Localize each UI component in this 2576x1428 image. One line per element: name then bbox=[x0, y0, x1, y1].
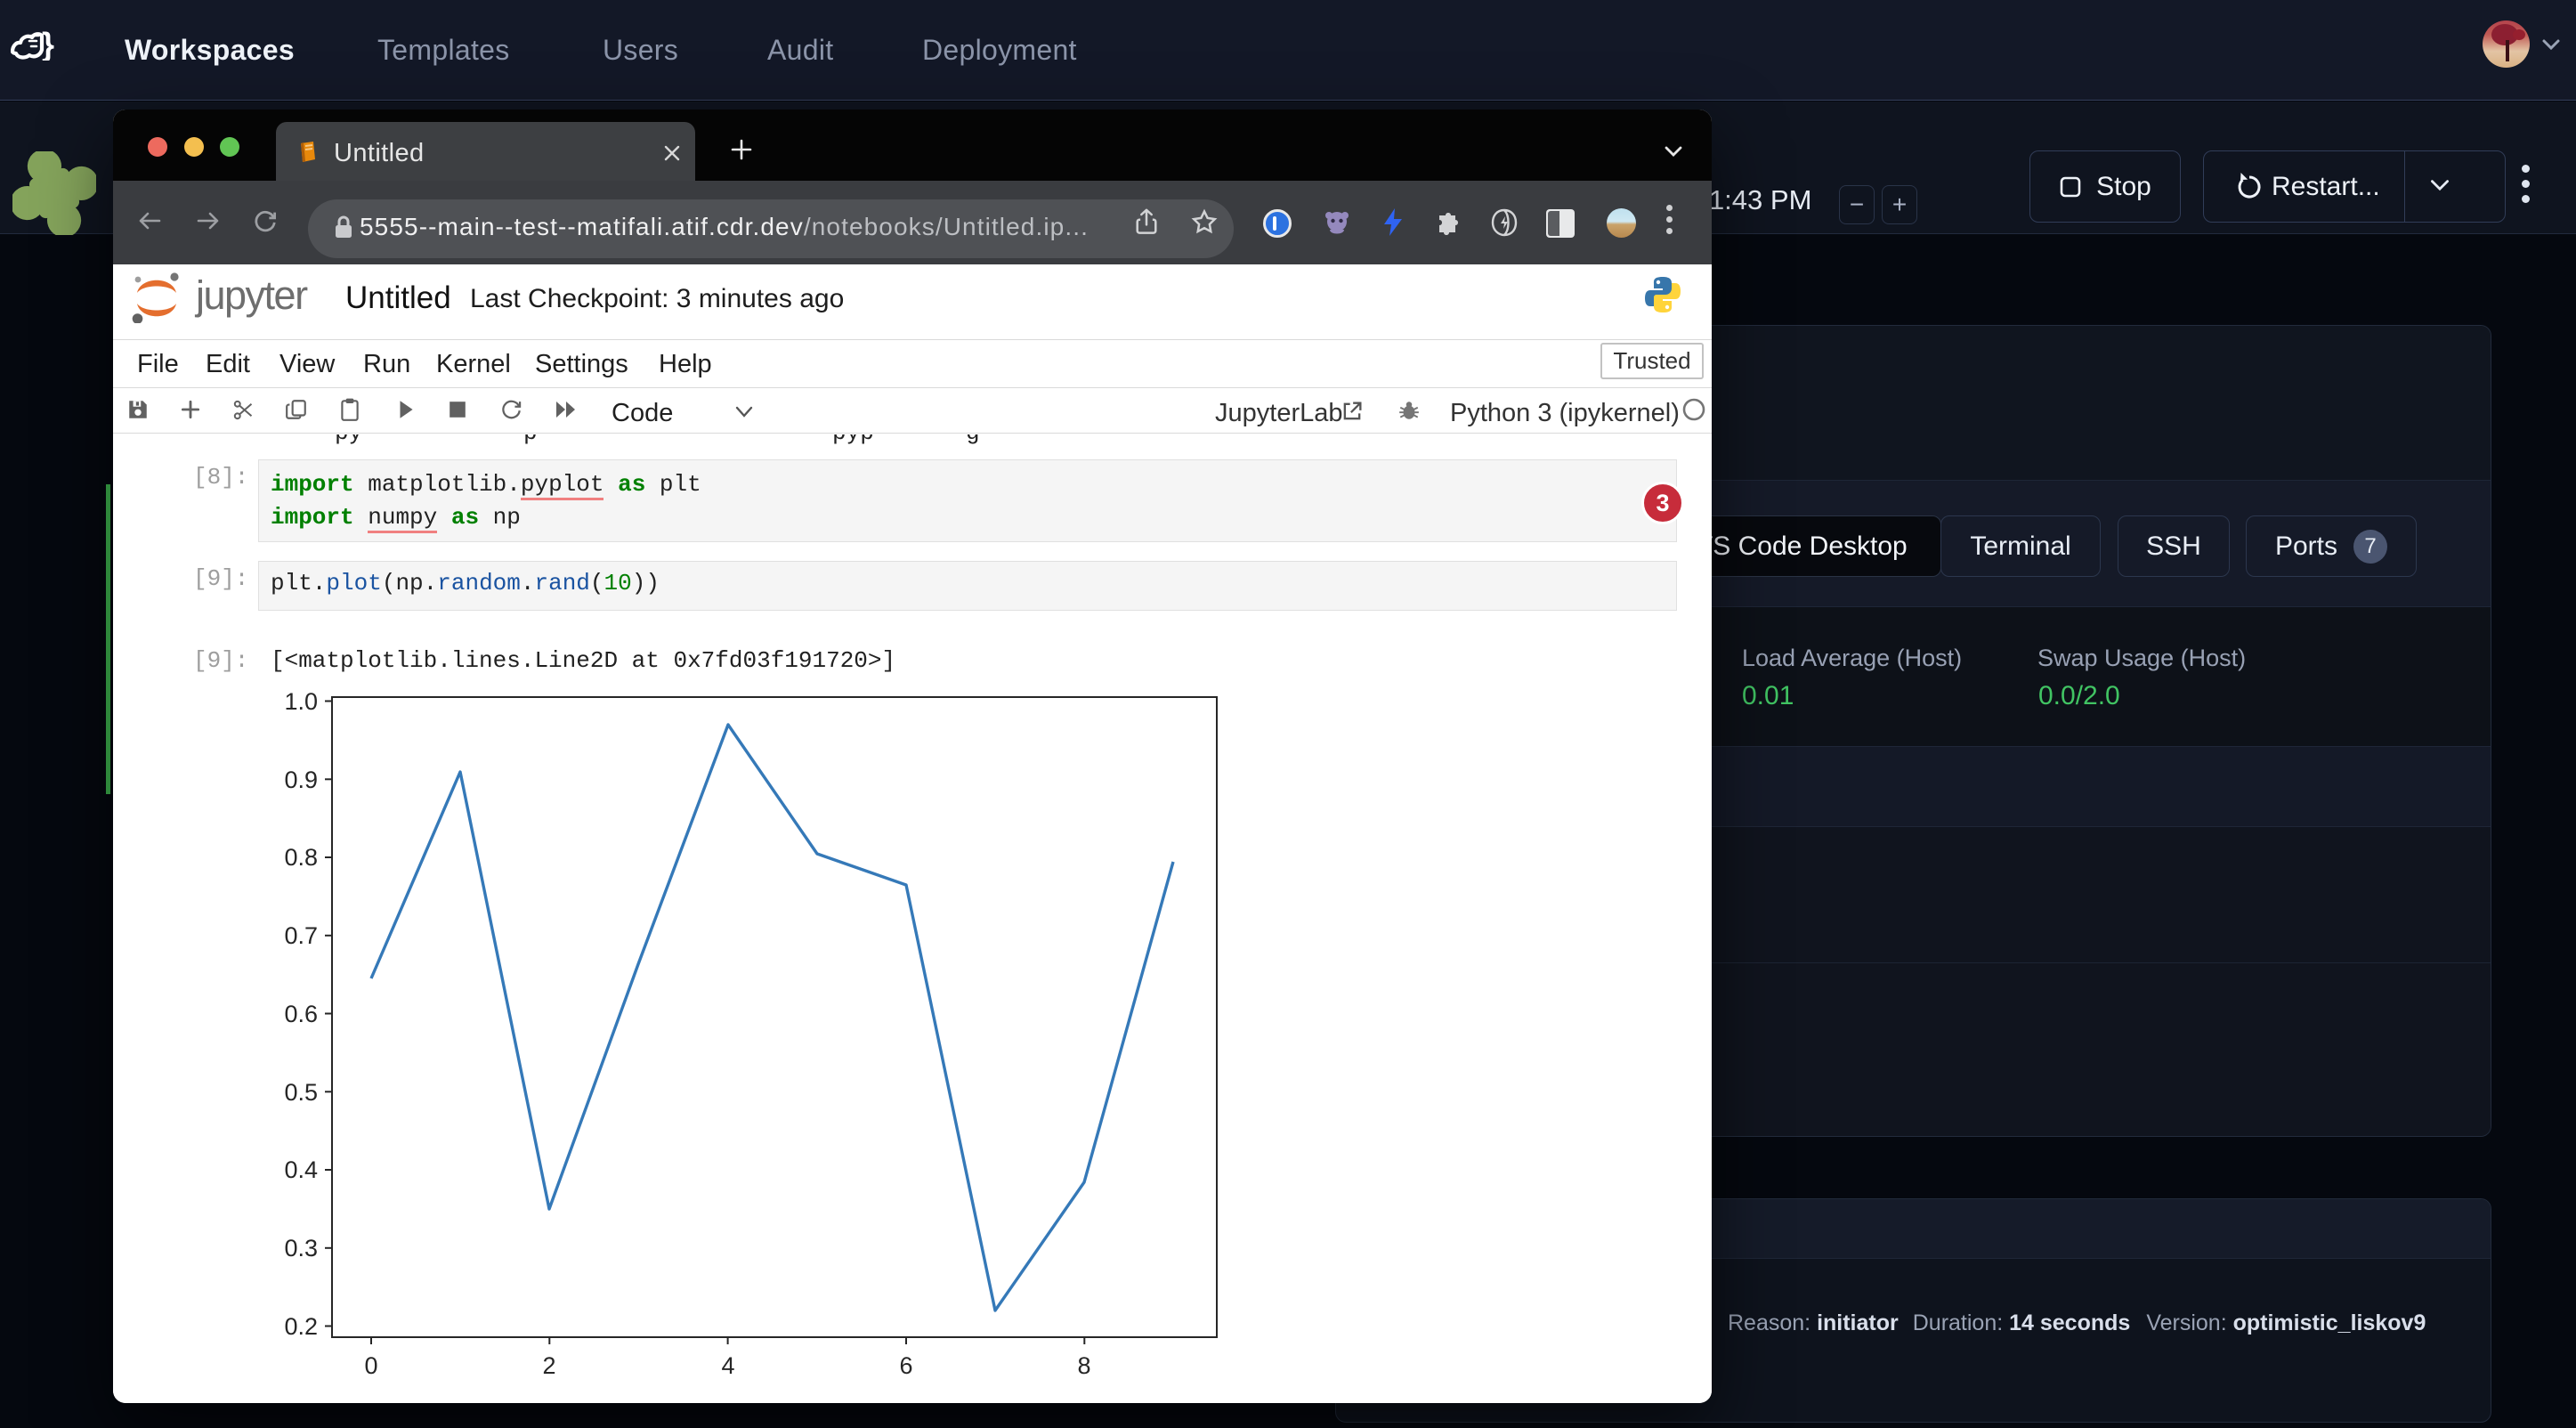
svg-text:0.5: 0.5 bbox=[284, 1079, 318, 1106]
svg-text:}: } bbox=[42, 28, 54, 61]
svg-text:0.3: 0.3 bbox=[284, 1235, 318, 1262]
svg-text:4: 4 bbox=[721, 1352, 734, 1379]
svg-text:0.8: 0.8 bbox=[284, 844, 318, 871]
svg-text:0.6: 0.6 bbox=[284, 1001, 318, 1027]
svg-text:6: 6 bbox=[899, 1352, 912, 1379]
svg-text:0.2: 0.2 bbox=[284, 1313, 318, 1340]
svg-text:0: 0 bbox=[364, 1352, 377, 1379]
svg-text:0.9: 0.9 bbox=[284, 767, 318, 793]
svg-text:2: 2 bbox=[542, 1352, 555, 1379]
svg-text:8: 8 bbox=[1077, 1352, 1090, 1379]
svg-text:1.0: 1.0 bbox=[284, 688, 318, 715]
svg-text:0.4: 0.4 bbox=[284, 1156, 318, 1183]
svg-text:0.7: 0.7 bbox=[284, 922, 318, 949]
